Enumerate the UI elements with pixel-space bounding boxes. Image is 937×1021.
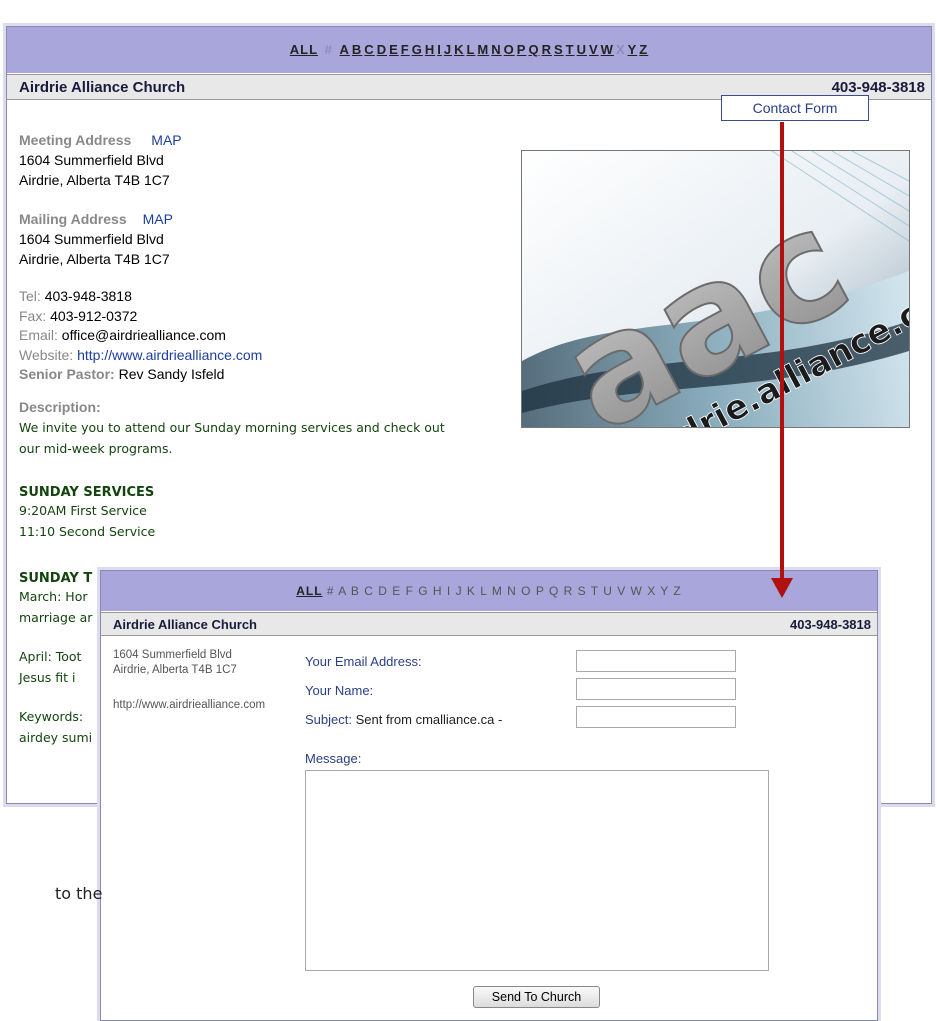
service-2: 11:10 Second Service bbox=[19, 524, 156, 539]
contact-details: Tel: 403-948-3818 Fax: 403-912-0372 Emai… bbox=[19, 287, 262, 385]
email-address-label: Your Email Address: bbox=[305, 654, 422, 669]
alpha-link-T[interactable]: T bbox=[566, 42, 575, 57]
caption-fragment: to the bbox=[55, 884, 103, 903]
keywords-partial: Keywords: bbox=[19, 709, 84, 724]
marriage-partial: marriage ar bbox=[19, 610, 93, 625]
church-logo-graphic: aac airdrie.alliance.church bbox=[522, 151, 909, 427]
fax-value: 403-912-0372 bbox=[50, 307, 138, 324]
alpha-hash-front: # bbox=[326, 584, 335, 598]
alpha-link-J[interactable]: J bbox=[444, 42, 452, 57]
alpha-link-A[interactable]: A bbox=[340, 42, 350, 57]
alpha-link-Y[interactable]: Y bbox=[628, 42, 638, 57]
alphabet-nav-front: ALL # A B C D E F G H I J K L M N O P Q … bbox=[101, 571, 877, 611]
description-block: Description: bbox=[19, 397, 101, 417]
message-label: Message: bbox=[305, 751, 362, 766]
church-phone-front: 403-948-3818 bbox=[790, 617, 871, 632]
form-website: http://www.airdriealliance.com bbox=[113, 699, 266, 711]
alpha-link-V[interactable]: V bbox=[589, 42, 599, 57]
alpha-link-W[interactable]: W bbox=[601, 42, 614, 57]
alpha-link-H[interactable]: H bbox=[425, 42, 435, 57]
church-name: Airdrie Alliance Church bbox=[19, 79, 186, 96]
jesus-partial: Jesus fit i bbox=[19, 670, 76, 685]
services-block: SUNDAY SERVICES 9:20AM First Service 11:… bbox=[19, 485, 155, 542]
pastor-label: Senior Pastor: bbox=[19, 366, 115, 382]
airdey-partial: airdey sumi bbox=[19, 730, 93, 745]
alpha-all-link-front[interactable]: ALL bbox=[296, 584, 322, 598]
alpha-letters-front[interactable]: A B C D E F G H I J K L M N O P Q R S T … bbox=[338, 584, 682, 598]
alpha-link-L[interactable]: L bbox=[466, 42, 475, 57]
alpha-link-K[interactable]: K bbox=[454, 42, 464, 57]
message-textarea[interactable] bbox=[305, 770, 769, 971]
alpha-link-R[interactable]: R bbox=[542, 42, 552, 57]
mailing-map-link[interactable]: MAP bbox=[143, 211, 173, 227]
send-to-church-button[interactable]: Send To Church bbox=[473, 986, 600, 1008]
meeting-address-block: Meeting Address MAP 1604 Summerfield Blvd… bbox=[19, 130, 182, 190]
description-text: We invite you to attend our Sunday morni… bbox=[19, 417, 445, 459]
description-line2: our mid-week programs. bbox=[19, 441, 173, 456]
alpha-link-Q[interactable]: Q bbox=[528, 42, 539, 57]
subject-value: Sent from cmalliance.ca - bbox=[355, 712, 503, 727]
meeting-address-line2: Airdrie, Alberta T4B 1C7 bbox=[19, 172, 170, 188]
church-logo-image: aac airdrie.alliance.church bbox=[521, 150, 910, 428]
form-address-line1: 1604 Summerfield Blvd bbox=[113, 649, 232, 661]
description-label: Description: bbox=[19, 399, 101, 415]
alpha-link-S[interactable]: S bbox=[554, 42, 564, 57]
services-heading: SUNDAY SERVICES bbox=[19, 485, 155, 500]
website-link[interactable]: http://www.airdriealliance.com bbox=[77, 347, 262, 363]
subject-input[interactable] bbox=[576, 706, 736, 728]
subject-label: Subject: bbox=[305, 712, 352, 727]
alpha-link-M[interactable]: M bbox=[477, 42, 489, 57]
alpha-link-O[interactable]: O bbox=[504, 42, 515, 57]
alpha-link-B[interactable]: B bbox=[352, 42, 362, 57]
meeting-map-link[interactable]: MAP bbox=[151, 132, 181, 148]
march-partial: March: Hor bbox=[19, 589, 88, 604]
meeting-address-line1: 1604 Summerfield Blvd bbox=[19, 152, 164, 168]
alpha-link-F[interactable]: F bbox=[401, 42, 410, 57]
alpha-link-G[interactable]: G bbox=[412, 42, 423, 57]
april-partial: April: Toot bbox=[19, 649, 82, 664]
alpha-link-X: X bbox=[615, 42, 626, 57]
contact-form-header: Airdrie Alliance Church 403-948-3818 bbox=[101, 612, 877, 636]
form-address-line2: Airdrie, Alberta T4B 1C7 bbox=[113, 664, 237, 676]
mailing-address-line2: Airdrie, Alberta T4B 1C7 bbox=[19, 251, 170, 267]
alpha-link-E[interactable]: E bbox=[389, 42, 399, 57]
alpha-link-I[interactable]: I bbox=[437, 42, 442, 57]
description-line1: We invite you to attend our Sunday morni… bbox=[19, 420, 445, 435]
pastor-value: Rev Sandy Isfeld bbox=[118, 366, 225, 382]
mailing-address-line1: 1604 Summerfield Blvd bbox=[19, 231, 164, 247]
website-label: Website: bbox=[19, 346, 74, 363]
form-address-block: 1604 Summerfield Blvd Airdrie, Alberta T… bbox=[113, 648, 237, 678]
contact-form-button[interactable]: Contact Form bbox=[721, 95, 869, 121]
email-address-input[interactable] bbox=[576, 650, 736, 672]
church-name-front: Airdrie Alliance Church bbox=[113, 617, 257, 632]
email-label: Email: bbox=[19, 327, 58, 343]
alpha-hash: # bbox=[324, 42, 333, 57]
your-name-label: Your Name: bbox=[305, 683, 374, 698]
alpha-link-C[interactable]: C bbox=[364, 42, 374, 57]
your-name-input[interactable] bbox=[576, 678, 736, 700]
alphabet-nav: ALL # ABCDEFGHIJKLMNOPQRSTUVWXYZ bbox=[7, 27, 931, 73]
partial-text-block: SUNDAY T March: Hor marriage ar April: T… bbox=[19, 571, 92, 748]
contact-form-panel: ALL # A B C D E F G H I J K L M N O P Q … bbox=[100, 570, 878, 1021]
alpha-link-U[interactable]: U bbox=[577, 42, 587, 57]
service-1: 9:20AM First Service bbox=[19, 503, 147, 518]
meeting-address-label: Meeting Address bbox=[19, 132, 132, 148]
church-phone: 403-948-3818 bbox=[831, 79, 925, 96]
tel-label: Tel: bbox=[19, 288, 41, 304]
tel-value: 403-948-3818 bbox=[44, 288, 132, 304]
fax-label: Fax: bbox=[19, 307, 47, 324]
email-value: office@airdriealliance.com bbox=[61, 327, 226, 343]
sunday-partial: SUNDAY T bbox=[19, 571, 93, 586]
mailing-address-label: Mailing Address bbox=[19, 211, 127, 227]
alpha-all-link[interactable]: ALL bbox=[290, 42, 318, 57]
subject-row: Subject: Sent from cmalliance.ca - bbox=[305, 712, 502, 727]
alpha-link-D[interactable]: D bbox=[377, 42, 387, 57]
alpha-link-P[interactable]: P bbox=[517, 42, 527, 57]
alpha-link-N[interactable]: N bbox=[491, 42, 501, 57]
alpha-link-Z[interactable]: Z bbox=[639, 42, 648, 57]
mailing-address-block: Mailing Address MAP 1604 Summerfield Blvd… bbox=[19, 209, 173, 269]
